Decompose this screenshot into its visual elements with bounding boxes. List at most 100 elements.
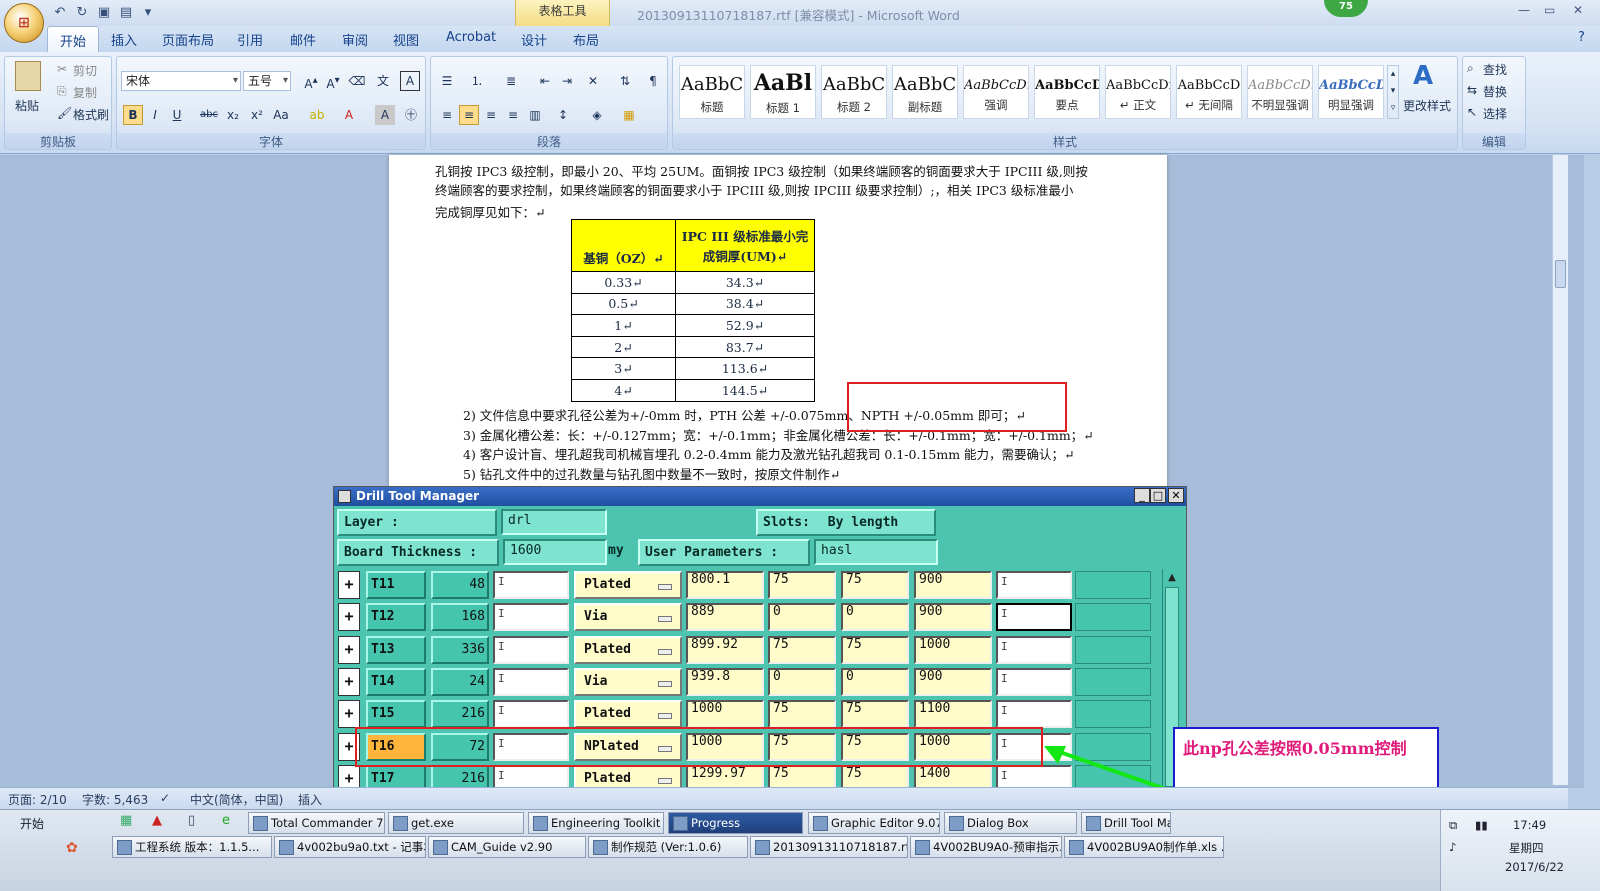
finish-size-field[interactable]: 1000 — [686, 700, 764, 729]
enclose-characters-icon[interactable]: ㊉ — [401, 105, 421, 125]
paste-icon[interactable] — [15, 61, 41, 91]
minus-tolerance-field[interactable]: 75 — [841, 571, 909, 599]
cut-icon[interactable]: ✂ — [57, 62, 67, 76]
taskbar-button[interactable]: Total Commander 7.... — [248, 812, 385, 834]
save-icon[interactable]: ▣ — [96, 5, 112, 21]
redo-icon[interactable]: ↻ — [74, 5, 90, 21]
plating-type-select[interactable]: Plated — [574, 635, 682, 664]
numbering-icon[interactable]: ⒈ — [467, 71, 487, 91]
align-left-icon[interactable]: ≡ — [437, 105, 457, 125]
style-subtitle[interactable]: AaBbC 副标题 — [892, 65, 958, 119]
strikethrough-icon[interactable]: abc — [199, 105, 219, 125]
volume-icon[interactable]: ♪ — [1449, 840, 1456, 854]
drill-size-field[interactable]: 900 — [914, 603, 992, 632]
decrease-indent-icon[interactable]: ⇤ — [535, 71, 555, 91]
style-emphasis[interactable]: AaBbCcDı 强调 — [963, 65, 1029, 119]
font-color-icon[interactable]: A — [339, 105, 359, 125]
align-center-icon[interactable]: ≡ — [459, 105, 479, 125]
justify-icon[interactable]: ≡ — [503, 105, 523, 125]
subscript-icon[interactable]: x₂ — [223, 105, 243, 125]
tool-input[interactable] — [493, 571, 569, 599]
layer-field[interactable]: drl — [501, 509, 607, 535]
minimize-icon[interactable]: — — [1518, 3, 1530, 17]
tab-page-layout[interactable]: 页面布局 — [162, 30, 214, 49]
chinese-layout-icon[interactable]: ✕ — [583, 71, 603, 91]
tab-layout[interactable]: 布局 — [573, 30, 599, 49]
taskbar-button[interactable]: 4v002bu9a0.txt - 记事本 — [274, 836, 426, 858]
style-no-spacing[interactable]: AaBbCcD ↵ 无间隔 — [1176, 65, 1242, 119]
character-shading-icon[interactable]: A — [375, 105, 395, 125]
scroll-up-icon[interactable]: ▲ — [1165, 571, 1179, 585]
finish-size-field[interactable]: 899.92 — [686, 635, 764, 664]
plating-type-select[interactable]: Via — [574, 603, 682, 632]
tool-expand-icon[interactable]: + — [338, 700, 360, 729]
bullets-icon[interactable]: ☰ — [437, 71, 457, 91]
taskbar-button[interactable]: Graphic Editor 9.07b... — [808, 812, 940, 834]
taskbar-button[interactable]: CAM_Guide v2.90 — [428, 836, 586, 858]
dialog-maximize-icon[interactable]: □ — [1150, 488, 1166, 503]
tool-input[interactable] — [493, 667, 569, 696]
tool-input[interactable] — [493, 635, 569, 664]
close-icon[interactable]: ✕ — [1573, 3, 1583, 17]
plating-type-select[interactable]: Via — [574, 667, 682, 696]
shrink-font-icon[interactable]: A▾ — [323, 71, 343, 91]
proofing-icon[interactable]: ✓ — [160, 791, 170, 805]
drill-size-field[interactable]: 900 — [914, 667, 992, 696]
tool-input[interactable] — [493, 700, 569, 729]
taskbar-button[interactable]: 4V002BU9A0-预审指示.... — [910, 836, 1062, 858]
increase-indent-icon[interactable]: ⇥ — [557, 71, 577, 91]
plus-tolerance-field[interactable]: 0 — [768, 667, 836, 696]
office-button[interactable]: ⊞ — [4, 3, 44, 43]
tool-note-field[interactable] — [996, 603, 1072, 632]
align-right-icon[interactable]: ≡ — [481, 105, 501, 125]
system-icon[interactable]: ✿ — [66, 840, 78, 856]
dialog-minimize-icon[interactable]: _ — [1134, 488, 1150, 503]
sort-icon[interactable]: ⇅ — [615, 71, 635, 91]
notification-badge[interactable]: 75 — [1324, 0, 1368, 17]
page-count[interactable]: 页面: 2/10 — [8, 791, 67, 808]
italic-icon[interactable]: I — [145, 105, 165, 125]
drill-size-field[interactable]: 900 — [914, 571, 992, 599]
taskbar-button[interactable]: 20130913110718187.rtf... — [750, 836, 908, 858]
dialog-close-icon[interactable]: ✕ — [1168, 488, 1184, 503]
help-icon[interactable]: ? — [1578, 30, 1585, 45]
language-indicator[interactable]: 中文(简体，中国) — [190, 791, 283, 808]
tab-insert[interactable]: 插入 — [111, 30, 137, 49]
format-painter-button[interactable]: 格式刷 — [73, 106, 109, 123]
tab-references[interactable]: 引用 — [237, 30, 263, 49]
tool-expand-icon[interactable]: + — [338, 571, 360, 599]
drill-size-field[interactable]: 1000 — [914, 635, 992, 664]
document-scrollbar[interactable] — [1552, 155, 1568, 785]
find-icon[interactable]: ⌕ — [1467, 61, 1474, 76]
open-icon[interactable]: ▤ — [118, 5, 134, 21]
plus-tolerance-field[interactable]: 75 — [768, 700, 836, 729]
word-count[interactable]: 字数: 5,463 — [82, 791, 148, 808]
phonetic-guide-icon[interactable]: 文 — [373, 71, 393, 91]
tab-design[interactable]: 设计 — [521, 30, 547, 49]
tool-note-field[interactable] — [996, 700, 1072, 729]
taskbar-button[interactable]: Dialog Box — [944, 812, 1077, 834]
tray-icon[interactable]: ⧉ — [1449, 818, 1457, 833]
copy-icon[interactable]: ⎘ — [57, 84, 67, 99]
plus-tolerance-field[interactable]: 75 — [768, 635, 836, 664]
grow-font-icon[interactable]: A▴ — [301, 71, 321, 91]
clock-time[interactable]: 17:49 — [1513, 818, 1546, 832]
borders-icon[interactable]: ▦ — [619, 105, 639, 125]
notepad-icon[interactable]: ▯ — [188, 813, 195, 828]
tool-expand-icon[interactable]: + — [338, 667, 360, 696]
bold-icon[interactable]: B — [123, 105, 143, 125]
plus-tolerance-field[interactable]: 0 — [768, 603, 836, 632]
plating-type-select[interactable]: Plated — [574, 571, 682, 599]
minus-tolerance-field[interactable]: 75 — [841, 635, 909, 664]
customize-qat-icon[interactable]: ▾ — [140, 5, 156, 21]
tool-note-field[interactable] — [996, 571, 1072, 599]
browser-icon[interactable]: e — [222, 813, 230, 828]
taskbar-button[interactable]: Drill Tool Ma — [1081, 812, 1171, 834]
select-button[interactable]: 选择 — [1483, 105, 1507, 122]
change-styles-button[interactable]: 更改样式 — [1403, 97, 1451, 114]
tab-view[interactable]: 视图 — [393, 30, 419, 49]
replace-button[interactable]: 替换 — [1483, 83, 1507, 100]
maximize-icon[interactable]: ▭ — [1544, 3, 1555, 17]
drill-size-field[interactable]: 1100 — [914, 700, 992, 729]
plating-type-select[interactable]: Plated — [574, 700, 682, 729]
